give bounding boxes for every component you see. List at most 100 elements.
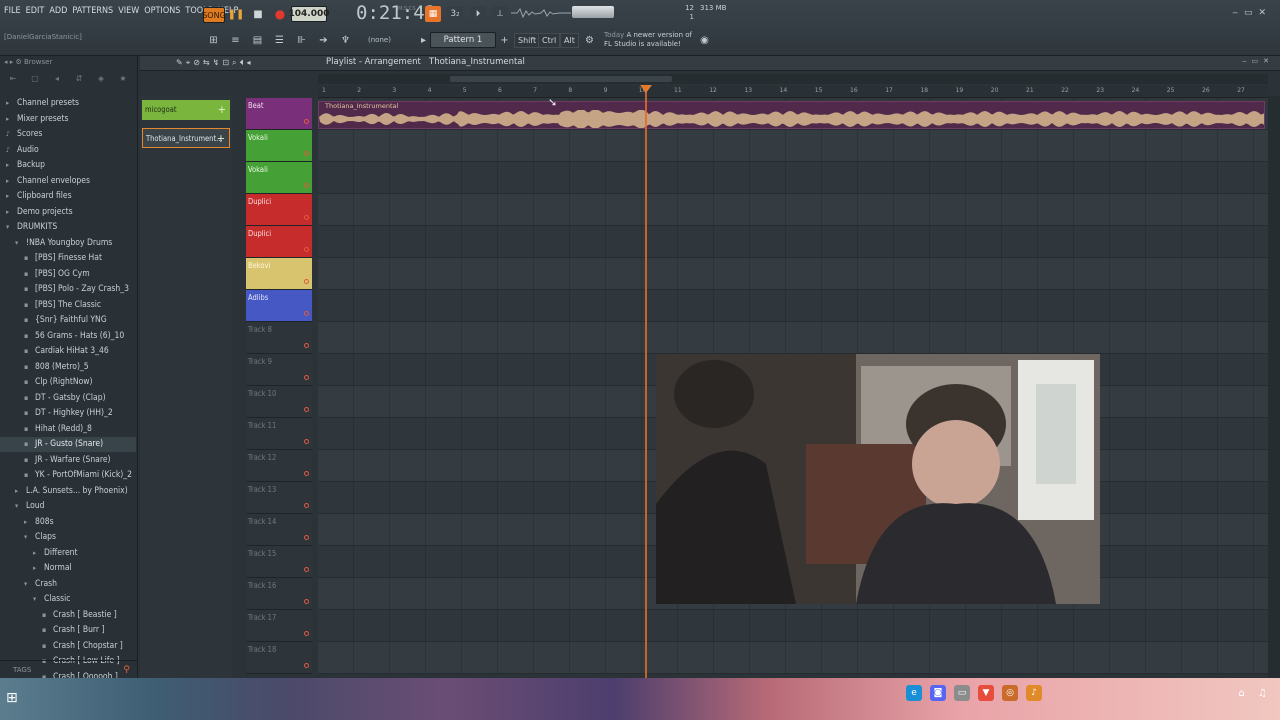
tags-bar[interactable]: TAGS ⚲ bbox=[0, 660, 138, 678]
track-mute-icon[interactable] bbox=[304, 375, 309, 380]
track-lane[interactable] bbox=[318, 610, 1268, 642]
pattern-picker-none[interactable]: (none) bbox=[368, 36, 391, 44]
track-mute-icon[interactable] bbox=[304, 183, 309, 188]
browser-item[interactable]: ▪ DT - Highkey (HH)_2 bbox=[0, 406, 136, 421]
add-icon[interactable]: + bbox=[217, 132, 225, 145]
play-pattern-icon[interactable]: ▸ bbox=[416, 33, 431, 48]
browser-item[interactable]: ▸ Demo projects bbox=[0, 205, 136, 220]
system-tray[interactable]: ⌂ ♫ bbox=[1239, 688, 1273, 699]
obs-icon[interactable]: ◎ bbox=[1002, 685, 1018, 701]
master-volume-slider[interactable] bbox=[572, 6, 614, 18]
browser-item[interactable]: ▸ Mixer presets bbox=[0, 112, 136, 127]
pattern-selector[interactable]: Pattern 1 bbox=[430, 32, 496, 48]
track-mute-icon[interactable] bbox=[304, 567, 309, 572]
record-icon[interactable]: ● bbox=[273, 6, 287, 22]
track-mute-icon[interactable] bbox=[304, 247, 309, 252]
track-header[interactable]: Track 17 bbox=[246, 610, 312, 642]
browser-item[interactable]: ▸ Different bbox=[0, 546, 136, 561]
playhead-line[interactable] bbox=[645, 86, 647, 678]
track-lane[interactable] bbox=[318, 162, 1268, 194]
loop-record-icon[interactable]: ⟂ bbox=[492, 6, 508, 22]
browser-item[interactable]: ♪ Audio bbox=[0, 143, 136, 158]
track-header[interactable]: Bekovi bbox=[246, 258, 312, 290]
shift-key-button[interactable]: Shift bbox=[514, 33, 541, 48]
browser-item[interactable]: ▪ Hihat (Redd)_8 bbox=[0, 422, 136, 437]
picker-item[interactable]: Thotiana_Instrument... + bbox=[142, 128, 230, 148]
alt-key-button[interactable]: Alt bbox=[560, 33, 579, 48]
sort-icon[interactable]: ⇵ bbox=[71, 74, 87, 86]
search-icon[interactable]: ⚲ bbox=[123, 665, 130, 675]
add-pattern-icon[interactable]: + bbox=[497, 33, 512, 48]
scroll-thumb[interactable] bbox=[450, 76, 672, 82]
menu-patterns[interactable]: PATTERNS bbox=[72, 6, 113, 16]
microphone-icon[interactable]: ♆ bbox=[338, 33, 353, 48]
track-lane[interactable] bbox=[318, 290, 1268, 322]
back-icon[interactable]: ◂ bbox=[49, 74, 65, 86]
track-mute-icon[interactable] bbox=[304, 503, 309, 508]
pause-icon[interactable]: ❚❚ bbox=[228, 6, 245, 22]
snap-icon[interactable]: ⊞ bbox=[206, 33, 221, 48]
browser-item[interactable]: ▪ [PBS] The Classic bbox=[0, 298, 136, 313]
track-lane[interactable] bbox=[318, 322, 1268, 354]
track-mute-icon[interactable] bbox=[304, 471, 309, 476]
browser-item[interactable]: ▪ Crash [ Chopstar ] bbox=[0, 639, 136, 654]
fl-studio-icon[interactable]: ♪ bbox=[1026, 685, 1042, 701]
countdown-icon[interactable]: 3₂ bbox=[447, 6, 463, 22]
browser-item[interactable]: ▪ YK - PortOfMiami (Kick)_2 bbox=[0, 468, 136, 483]
menu-options[interactable]: OPTIONS bbox=[144, 6, 180, 16]
browser-item[interactable]: ▪ [PBS] Polo - Zay Crash_3 bbox=[0, 282, 136, 297]
stop-icon[interactable]: ■ bbox=[251, 6, 265, 22]
online-icon[interactable]: ◉ bbox=[697, 33, 712, 48]
track-header[interactable]: Track 12 bbox=[246, 450, 312, 482]
track-mute-icon[interactable] bbox=[304, 631, 309, 636]
collapse-icon[interactable]: ⇤ bbox=[5, 74, 21, 86]
playlist-tools[interactable]: ✎⌖⊘⇆↯⊡⌕⏴◂ bbox=[176, 58, 254, 68]
track-mute-icon[interactable] bbox=[304, 407, 309, 412]
track-header[interactable]: Track 18 bbox=[246, 642, 312, 674]
track-header[interactable]: Vokali bbox=[246, 162, 312, 194]
browser-item[interactable]: ▸ Normal bbox=[0, 561, 136, 576]
menu-add[interactable]: ADD bbox=[49, 6, 67, 16]
add-icon[interactable]: + bbox=[218, 103, 226, 116]
browser-item[interactable]: ▪ {Snr} Faithful YNG bbox=[0, 313, 136, 328]
track-header[interactable]: Track 11 bbox=[246, 418, 312, 450]
browser-item[interactable]: ▸ 808s bbox=[0, 515, 136, 530]
mixer-icon[interactable]: ≡ bbox=[228, 33, 243, 48]
browser-item[interactable]: ▸ Backup bbox=[0, 158, 136, 173]
browser-item[interactable]: ▪ 808 (Metro)_5 bbox=[0, 360, 136, 375]
track-header[interactable]: Beat bbox=[246, 98, 312, 130]
track-mute-icon[interactable] bbox=[304, 215, 309, 220]
track-header[interactable]: Duplici bbox=[246, 194, 312, 226]
playlist-vertical-scroll[interactable] bbox=[1268, 96, 1280, 678]
track-mute-icon[interactable] bbox=[304, 663, 309, 668]
track-mute-icon[interactable] bbox=[304, 279, 309, 284]
arrow-icon[interactable]: ➔ bbox=[316, 33, 331, 48]
browser-item[interactable]: ▸ Clipboard files bbox=[0, 189, 136, 204]
playlist-window-controls[interactable]: ‒▭✕ bbox=[1242, 57, 1274, 65]
track-header[interactable]: Track 13 bbox=[246, 482, 312, 514]
playhead-marker[interactable] bbox=[640, 85, 652, 93]
discord-icon[interactable]: ◙ bbox=[930, 685, 946, 701]
browser-item[interactable]: ▪ [PBS] OG Cym bbox=[0, 267, 136, 282]
browser-item[interactable]: ▸ L.A. Sunsets... by Phoenix) bbox=[0, 484, 136, 499]
browser-item[interactable]: ▪ [PBS] Finesse Hat bbox=[0, 251, 136, 266]
browser-item[interactable]: ▾ DRUMKITS bbox=[0, 220, 136, 235]
track-header[interactable]: Track 16 bbox=[246, 578, 312, 610]
windows-start-icon[interactable]: ⊞ bbox=[6, 690, 18, 706]
track-header[interactable]: Track 8 bbox=[246, 322, 312, 354]
picker-item[interactable]: micogoat + bbox=[142, 100, 230, 120]
view-icon[interactable]: ◈ bbox=[93, 74, 109, 86]
track-lane[interactable] bbox=[318, 642, 1268, 674]
explorer-icon[interactable]: ▭ bbox=[954, 685, 970, 701]
menu-view[interactable]: VIEW bbox=[118, 6, 139, 16]
browser-item[interactable]: ▸ Channel envelopes bbox=[0, 174, 136, 189]
menu-file[interactable]: FILE bbox=[4, 6, 21, 16]
browser-item[interactable]: ▪ DT - Gatsby (Clap) bbox=[0, 391, 136, 406]
window-controls[interactable]: ‒▭✕ bbox=[1232, 8, 1272, 18]
browser-item[interactable]: ▸ Channel presets bbox=[0, 96, 136, 111]
track-mute-icon[interactable] bbox=[304, 535, 309, 540]
track-lane[interactable] bbox=[318, 258, 1268, 290]
file-icon[interactable]: ▢ bbox=[27, 74, 43, 86]
track-header[interactable]: Track 14 bbox=[246, 514, 312, 546]
browser-item[interactable]: ▪ JR - Warfare (Snare) bbox=[0, 453, 136, 468]
